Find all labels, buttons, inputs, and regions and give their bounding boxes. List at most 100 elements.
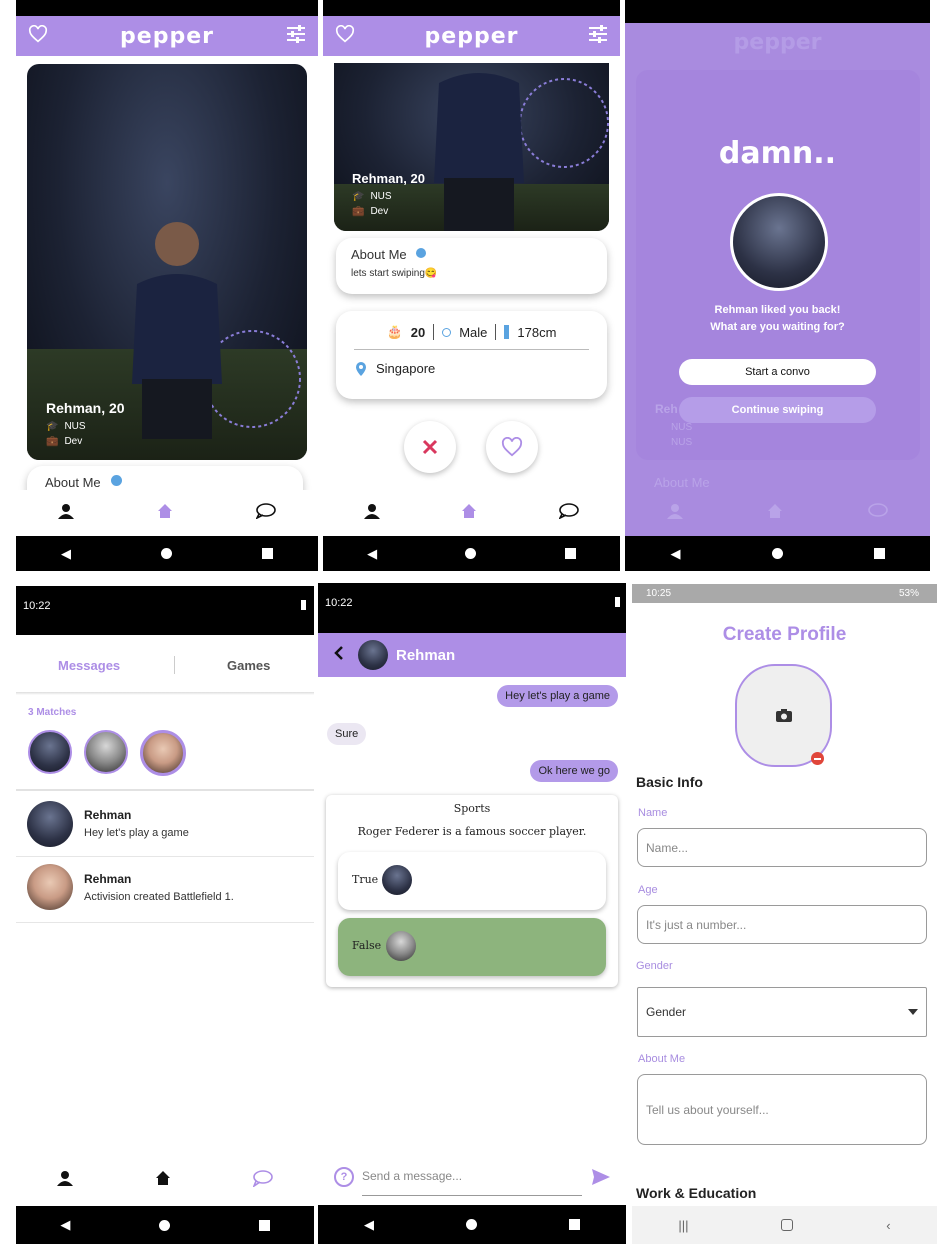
about-label: About Me	[638, 1053, 686, 1065]
chat-icon[interactable]	[868, 502, 888, 524]
conversation-item[interactable]: Rehman Hey let's play a game	[16, 796, 314, 857]
tab-messages[interactable]: Messages	[58, 658, 120, 673]
back-icon[interactable]: ◀	[364, 1217, 374, 1233]
app-logo: pepper	[424, 23, 519, 49]
ruler-icon	[504, 325, 510, 339]
game-question: Roger Federer is a famous soccer player.	[357, 825, 587, 838]
profile-icon[interactable]	[363, 503, 380, 524]
recents-icon[interactable]	[564, 548, 576, 559]
profile-icon[interactable]	[57, 503, 74, 524]
about-me-title: About Me	[45, 475, 101, 490]
match-avatar[interactable]	[28, 730, 72, 774]
recents-icon[interactable]	[569, 1219, 580, 1230]
match-avatar[interactable]	[140, 730, 186, 776]
work-education-heading: Work & Education	[636, 1185, 757, 1201]
message-bubble-sent: Ok here we go	[530, 760, 618, 782]
about-me-card: About Me lets start swiping😋	[336, 238, 607, 294]
conversation-preview: Activision created Battlefield 1.	[84, 891, 234, 903]
match-avatar[interactable]	[84, 730, 128, 774]
send-icon[interactable]	[592, 1169, 610, 1190]
work-text: Dev	[370, 206, 389, 217]
status-bar: 10:22	[16, 586, 314, 635]
home-icon[interactable]	[157, 503, 173, 524]
option-label: False	[352, 939, 382, 952]
stats-card: 🎂 20 Male 178cm Singapore	[336, 311, 607, 399]
filter-icon[interactable]	[588, 24, 608, 48]
work-text: Dev	[64, 436, 83, 447]
continue-swiping-button[interactable]: Continue swiping	[679, 397, 876, 423]
back-chevron-icon[interactable]: ‹	[886, 1218, 890, 1233]
chat-icon[interactable]	[558, 502, 579, 524]
info-icon	[416, 248, 426, 258]
contact-name: Rehman	[396, 646, 456, 664]
system-nav: ◀	[16, 1206, 314, 1244]
status-time: 10:22	[325, 597, 353, 609]
reject-button[interactable]	[404, 421, 456, 473]
faded-school: NUS	[671, 422, 693, 433]
recents-icon[interactable]	[873, 548, 885, 559]
home-icon[interactable]	[155, 1170, 171, 1191]
home-circle-icon[interactable]	[161, 548, 172, 559]
status-time: 10:25	[646, 588, 672, 599]
message-input[interactable]: Send a message...	[362, 1169, 582, 1196]
system-nav: ||| ‹	[632, 1206, 937, 1244]
option-false[interactable]: False	[338, 918, 606, 976]
avatar	[27, 864, 73, 910]
heart-icon	[501, 437, 523, 457]
heart-icon[interactable]	[335, 24, 355, 48]
conversation-preview: Hey let's play a game	[84, 827, 189, 839]
profile-name-age: Rehman, 20	[46, 400, 125, 416]
recents-icon[interactable]: |||	[678, 1218, 688, 1233]
gender-label: Gender	[636, 960, 673, 972]
person-silhouette	[434, 73, 524, 231]
name-label: Name	[638, 807, 668, 819]
home-circle-icon[interactable]	[466, 1219, 477, 1230]
recents-icon[interactable]	[258, 1219, 270, 1231]
home-icon[interactable]	[767, 503, 783, 524]
messages-screen: 10:22 Messages Games 3 Matches Rehman He…	[16, 586, 314, 1244]
profile-photo[interactable]: Rehman, 20 🎓 NUS 💼 Dev	[334, 63, 609, 231]
help-icon[interactable]: ?	[334, 1167, 354, 1187]
chat-icon[interactable]	[255, 502, 277, 524]
app-logo: pepper	[120, 23, 214, 49]
app-bar: pepper	[323, 16, 620, 56]
back-icon[interactable]: ◀	[367, 546, 377, 562]
about-field[interactable]: Tell us about yourself...	[637, 1074, 927, 1145]
like-button[interactable]	[486, 421, 538, 473]
match-line2: What are you waiting for?	[710, 321, 845, 333]
home-circle-icon[interactable]	[771, 548, 783, 559]
home-circle-icon[interactable]	[158, 1219, 170, 1231]
match-avatar	[730, 193, 828, 291]
option-true[interactable]: True	[338, 852, 606, 910]
camera-icon	[775, 709, 792, 722]
age-field[interactable]: It's just a number...	[637, 905, 927, 944]
remove-photo-icon[interactable]	[811, 752, 824, 765]
name-field[interactable]: Name...	[637, 828, 927, 867]
profile-icon[interactable]	[667, 503, 684, 524]
back-icon[interactable]: ◀	[671, 546, 681, 562]
home-icon[interactable]	[461, 503, 477, 524]
back-icon[interactable]: ◀	[60, 1217, 70, 1233]
home-circle-icon[interactable]	[465, 548, 477, 559]
back-icon[interactable]: ◀	[61, 546, 71, 562]
recents-icon[interactable]	[262, 548, 273, 559]
system-nav: ◀	[625, 536, 930, 571]
back-arrow-icon[interactable]	[334, 645, 344, 665]
filter-icon[interactable]	[286, 24, 306, 48]
conversation-item[interactable]: Rehman Activision created Battlefield 1.	[16, 860, 314, 923]
faded-logo: pepper	[733, 30, 822, 55]
info-icon	[111, 475, 122, 486]
profile-work: 💼 Dev	[352, 206, 388, 217]
profile-icon[interactable]	[57, 1170, 73, 1191]
dropdown-arrow-icon	[908, 1009, 918, 1015]
gender-select[interactable]: Gender	[637, 987, 927, 1037]
match-screen: pepper Reh NUS NUS About Me damn.. Rehma…	[625, 0, 930, 571]
profile-photo[interactable]: Rehman, 20 🎓 NUS 💼 Dev	[27, 64, 307, 460]
home-square-icon[interactable]	[781, 1219, 794, 1231]
heart-icon[interactable]	[28, 24, 48, 48]
status-time: 10:22	[23, 600, 51, 612]
start-convo-button[interactable]: Start a convo	[679, 359, 876, 385]
chat-icon[interactable]	[252, 1169, 273, 1192]
tab-games[interactable]: Games	[227, 658, 270, 673]
matches-label: 3 Matches	[28, 707, 77, 718]
